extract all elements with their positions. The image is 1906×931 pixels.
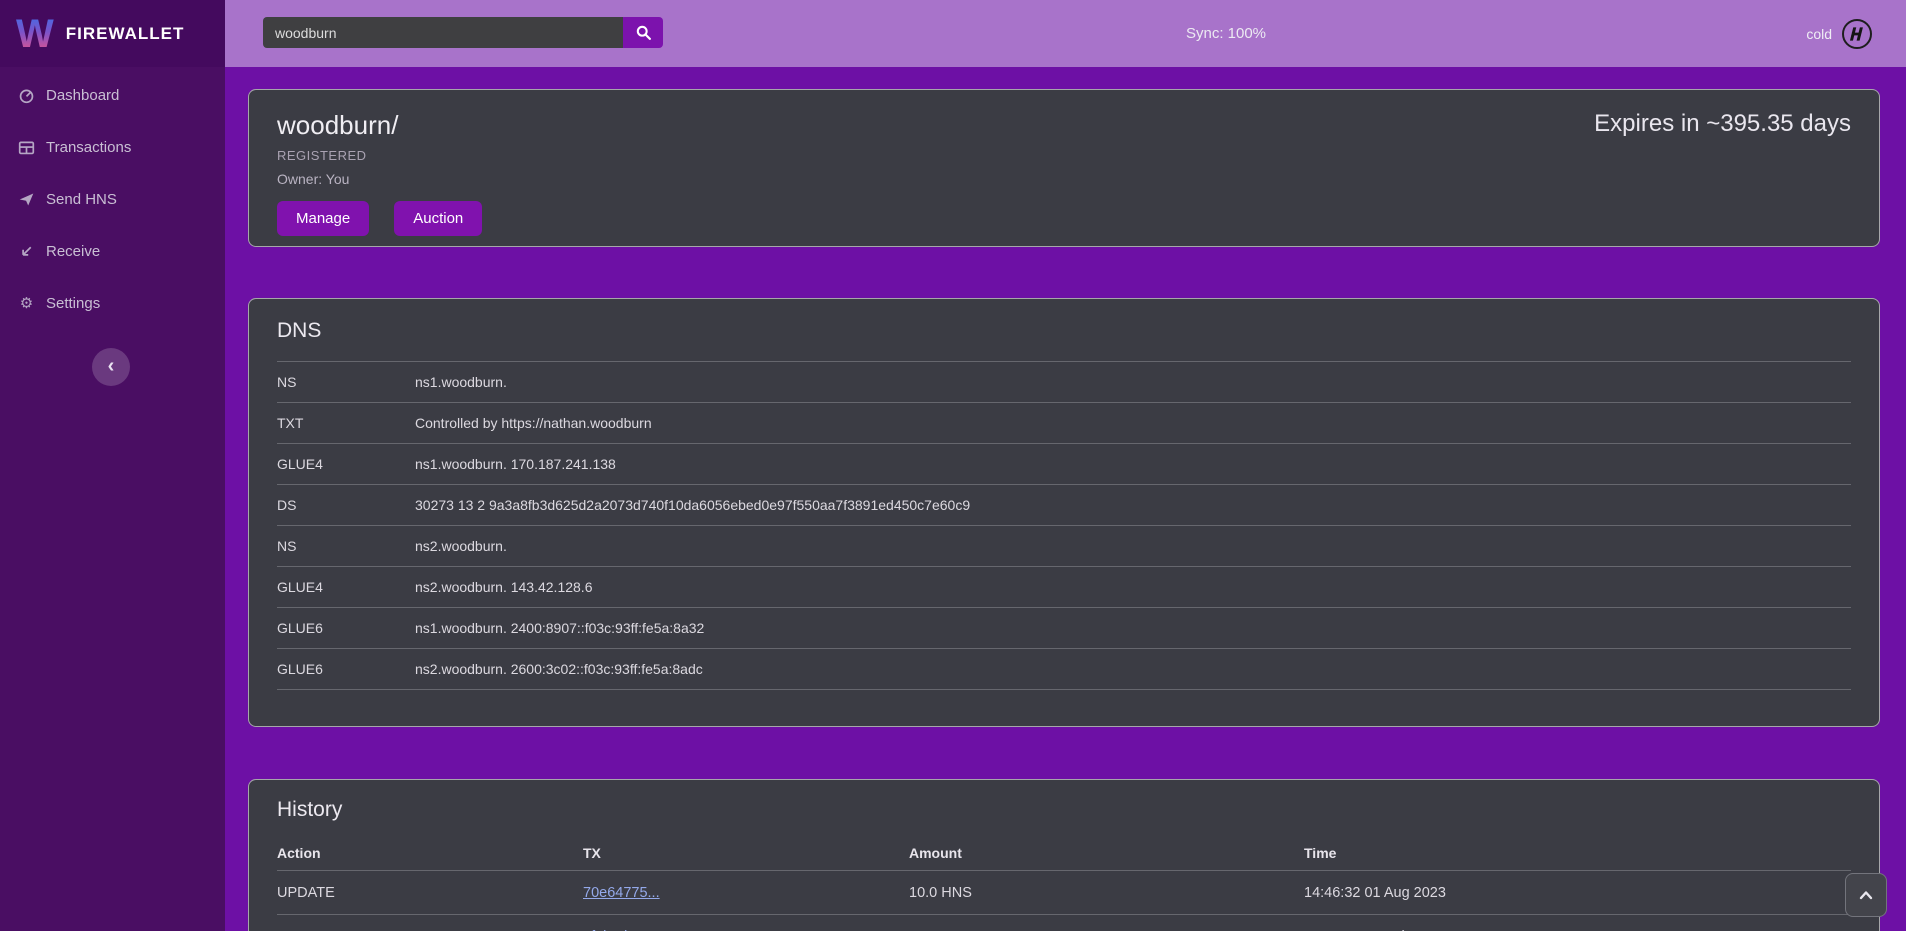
history-amount: 10.0 HNS xyxy=(909,885,1304,901)
sidebar-item-label: Settings xyxy=(46,295,100,312)
dns-card: DNS NS ns1.woodburn. TXT Controlled by h… xyxy=(248,298,1880,727)
dns-record-value: 30273 13 2 9a3a8fb3d625d2a2073d740f10da6… xyxy=(415,497,1851,513)
scroll-to-top-button[interactable] xyxy=(1845,873,1887,917)
sidebar-item-label: Dashboard xyxy=(46,87,119,104)
send-icon xyxy=(18,191,35,208)
dns-record-type: GLUE6 xyxy=(277,661,415,677)
sidebar-item-dashboard[interactable]: Dashboard xyxy=(0,69,225,121)
main-content: woodburn/ Expires in ~395.35 days REGIST… xyxy=(225,67,1906,931)
dns-record-row: DS 30273 13 2 9a3a8fb3d625d2a2073d740f10… xyxy=(277,484,1851,525)
chevron-left-icon: ‹ xyxy=(108,356,115,376)
chevron-up-icon xyxy=(1859,890,1873,900)
history-row: RENEW 4f6b3d... 10.0 HNS 15:47:36 07 Feb… xyxy=(277,914,1851,931)
search-group xyxy=(263,17,663,48)
auction-button[interactable]: Auction xyxy=(394,201,482,236)
search-icon xyxy=(635,24,652,41)
sidebar-collapse-button[interactable]: ‹ xyxy=(92,348,130,386)
dns-record-value: ns2.woodburn. 143.42.128.6 xyxy=(415,579,1851,595)
dns-record-value: ns2.woodburn. xyxy=(415,538,1851,554)
sidebar: W FIREWALLET Dashboard Transactions Send… xyxy=(0,0,225,931)
sidebar-item-receive[interactable]: Receive xyxy=(0,225,225,277)
dns-record-type: GLUE4 xyxy=(277,579,415,595)
dns-record-type: GLUE6 xyxy=(277,620,415,636)
dns-record-type: DS xyxy=(277,497,415,513)
domain-expiry: Expires in ~395.35 days xyxy=(1594,110,1851,138)
sidebar-item-send-hns[interactable]: Send HNS xyxy=(0,173,225,225)
history-header-row: Action TX Amount Time xyxy=(277,836,1851,870)
app-logo: W FIREWALLET xyxy=(0,0,225,67)
history-row: UPDATE 70e64775... 10.0 HNS 14:46:32 01 … xyxy=(277,870,1851,914)
history-table: Action TX Amount Time UPDATE 70e64775...… xyxy=(277,836,1851,931)
dashboard-icon xyxy=(18,87,35,104)
dns-record-row: GLUE4 ns1.woodburn. 170.187.241.138 xyxy=(277,443,1851,484)
gear-icon: ⚙ xyxy=(18,295,35,312)
dns-record-row: NS ns2.woodburn. xyxy=(277,525,1851,566)
dns-record-value: Controlled by https://nathan.woodburn xyxy=(415,415,1851,431)
history-col-tx: TX xyxy=(583,845,909,861)
dns-record-value: ns1.woodburn. 2400:8907::f03c:93ff:fe5a:… xyxy=(415,620,1851,636)
dns-record-value: ns2.woodburn. 2600:3c02::f03c:93ff:fe5a:… xyxy=(415,661,1851,677)
history-title: History xyxy=(277,798,1851,822)
wallet-selector[interactable]: cold xyxy=(1806,0,1872,67)
domain-card: woodburn/ Expires in ~395.35 days REGIST… xyxy=(248,89,1880,247)
history-time: 14:46:32 01 Aug 2023 xyxy=(1304,885,1851,901)
dns-record-value: ns1.woodburn. xyxy=(415,374,1851,390)
dns-record-row: TXT Controlled by https://nathan.woodbur… xyxy=(277,402,1851,443)
transactions-icon xyxy=(18,139,35,156)
sync-status: Sync: 100% xyxy=(1186,0,1266,67)
dns-table: NS ns1.woodburn. TXT Controlled by https… xyxy=(277,361,1851,690)
domain-status: REGISTERED xyxy=(277,148,1851,163)
history-col-amount: Amount xyxy=(909,845,1304,861)
manage-button[interactable]: Manage xyxy=(277,201,369,236)
handshake-icon xyxy=(1842,19,1872,49)
wallet-name: cold xyxy=(1806,26,1832,42)
history-col-action: Action xyxy=(277,845,583,861)
search-button[interactable] xyxy=(623,17,663,48)
history-col-time: Time xyxy=(1304,845,1851,861)
history-action: UPDATE xyxy=(277,885,583,901)
sidebar-nav: Dashboard Transactions Send HNS Receive … xyxy=(0,67,225,329)
app-title: FIREWALLET xyxy=(66,24,185,44)
search-input[interactable] xyxy=(263,17,623,48)
dns-title: DNS xyxy=(277,319,1851,343)
firewallet-logo-icon: W xyxy=(16,14,54,54)
sidebar-item-settings[interactable]: ⚙ Settings xyxy=(0,277,225,329)
dns-record-type: NS xyxy=(277,538,415,554)
topbar: Sync: 100% cold xyxy=(225,0,1906,67)
dns-record-row: GLUE6 ns2.woodburn. 2600:3c02::f03c:93ff… xyxy=(277,648,1851,689)
domain-name: woodburn/ xyxy=(277,110,398,141)
sidebar-item-label: Receive xyxy=(46,243,100,260)
sidebar-item-label: Transactions xyxy=(46,139,131,156)
dns-record-type: TXT xyxy=(277,415,415,431)
dns-record-type: GLUE4 xyxy=(277,456,415,472)
sidebar-item-label: Send HNS xyxy=(46,191,117,208)
dns-record-row: GLUE4 ns2.woodburn. 143.42.128.6 xyxy=(277,566,1851,607)
dns-record-value: ns1.woodburn. 170.187.241.138 xyxy=(415,456,1851,472)
dns-record-type: NS xyxy=(277,374,415,390)
dns-record-row: GLUE6 ns1.woodburn. 2400:8907::f03c:93ff… xyxy=(277,607,1851,648)
dns-record-row: NS ns1.woodburn. xyxy=(277,361,1851,402)
tx-link[interactable]: 70e64775... xyxy=(583,885,660,901)
history-card: History Action TX Amount Time UPDATE 70e… xyxy=(248,779,1880,931)
domain-owner: Owner: You xyxy=(277,171,1851,187)
receive-icon xyxy=(18,243,35,260)
sidebar-item-transactions[interactable]: Transactions xyxy=(0,121,225,173)
